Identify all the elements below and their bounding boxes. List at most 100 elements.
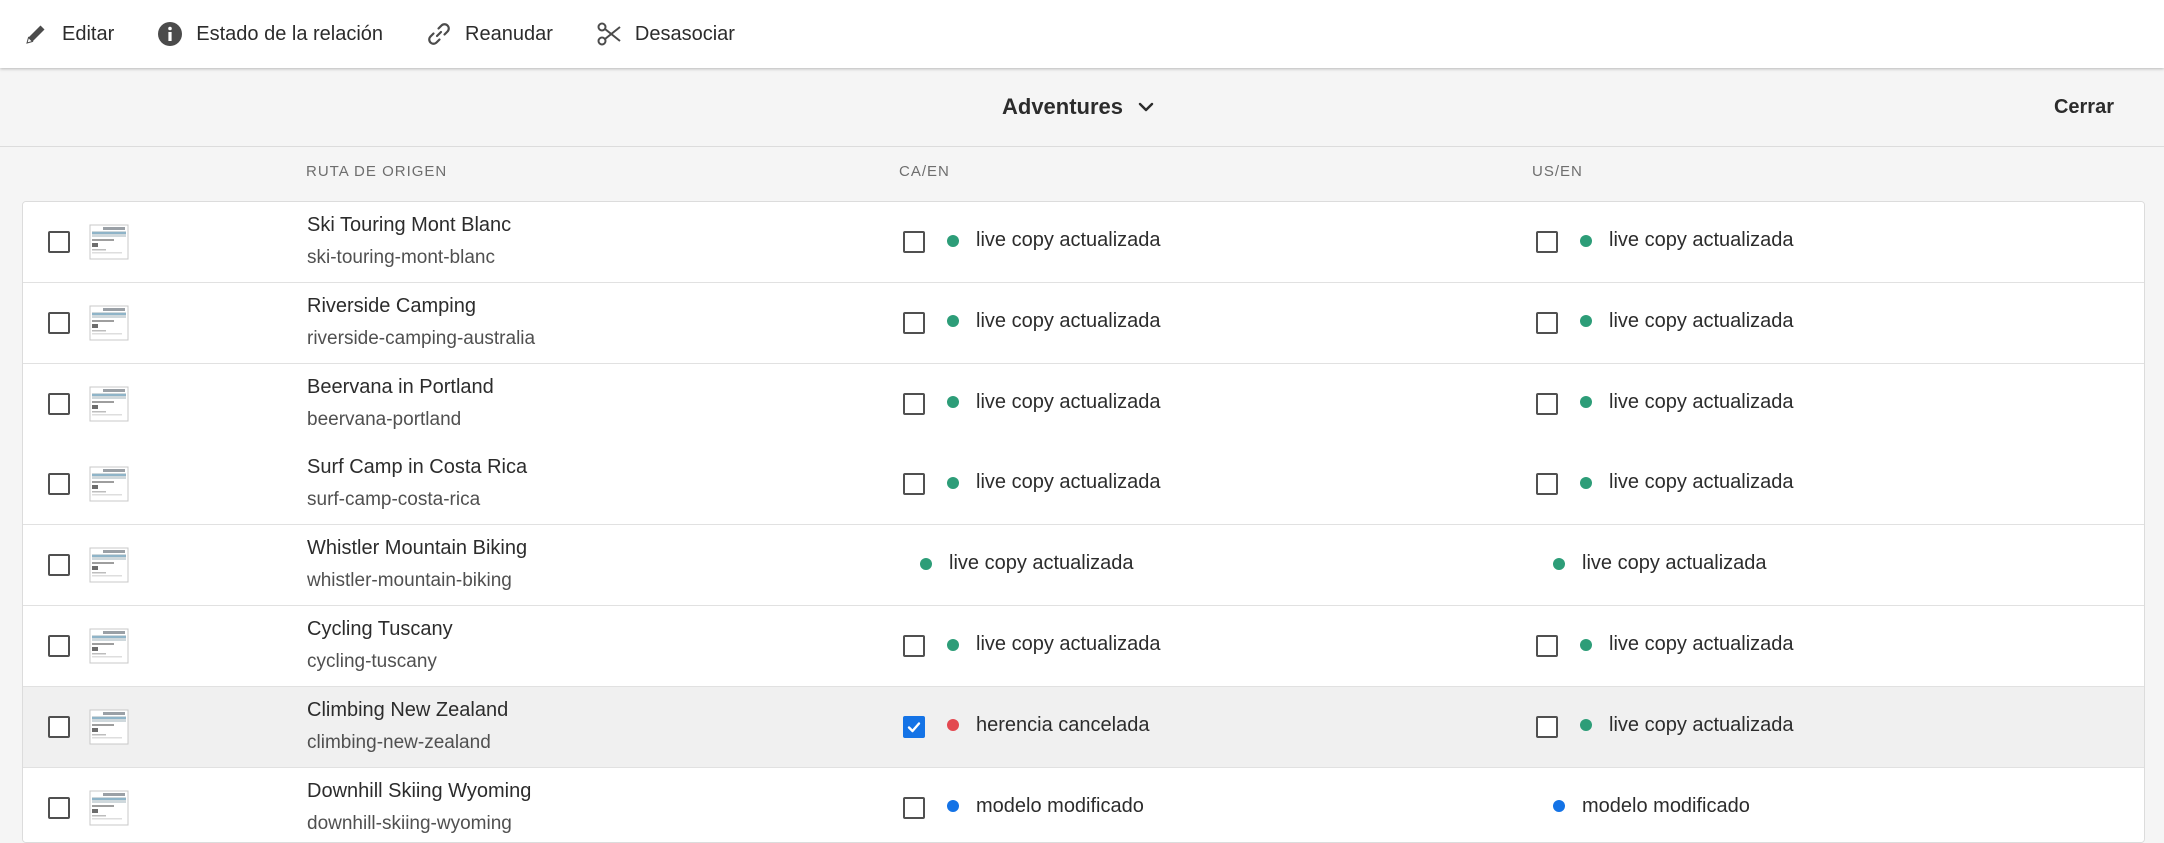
column-header-us-en: US/EN [1532, 163, 1583, 180]
row-select-checkbox[interactable] [48, 392, 70, 415]
page-thumbnail [89, 628, 129, 664]
page-path: riverside-camping-australia [307, 327, 536, 349]
table-row[interactable]: Cycling Tuscany cycling-tuscany live copy … [23, 606, 2144, 687]
ca-en-checkbox[interactable] [903, 473, 925, 496]
us-en-checkbox[interactable] [1536, 231, 1558, 253]
row-select-checkbox[interactable] [48, 715, 70, 738]
us-en-checkbox[interactable] [1536, 473, 1558, 496]
table-row[interactable]: Riverside Camping riverside-camping-austr… [23, 282, 2144, 364]
us-en-status: live copy actualizada [1580, 714, 1794, 737]
page-path: cycling-tuscany [307, 651, 437, 672]
ca-en-checkbox[interactable] [903, 392, 925, 415]
row-select-checkbox[interactable] [48, 231, 70, 253]
us-en-status-label: live copy actualizada [1609, 309, 1794, 332]
ca-en-checkbox[interactable] [903, 635, 925, 657]
page-path: whistler-mountain-biking [307, 570, 512, 592]
status-dot-icon [1580, 476, 1592, 489]
page-thumbnail [89, 466, 129, 502]
panel-header: Adventures Cerrar [0, 70, 2164, 147]
table-row[interactable]: Whistler Mountain Biking whistler-mountai… [23, 525, 2144, 607]
status-dot-icon [1553, 557, 1565, 570]
us-en-status: live copy actualizada [1553, 552, 1767, 575]
chevron-down-icon [1138, 102, 1154, 112]
us-en-status-label: live copy actualizada [1609, 390, 1794, 413]
row-select-checkbox[interactable] [48, 473, 70, 496]
ca-en-checkbox[interactable] [903, 796, 925, 819]
edit-label: Editar [62, 22, 115, 45]
table-row[interactable]: Climbing New Zealand climbing-new-zealand… [23, 686, 2144, 768]
us-en-status-label: live copy actualizada [1609, 229, 1794, 251]
edit-button[interactable]: Editar [0, 14, 134, 54]
us-en-status-label: live copy actualizada [1609, 633, 1794, 655]
us-en-checkbox[interactable] [1536, 635, 1558, 657]
status-dot-icon [1553, 800, 1565, 813]
ca-en-checkbox[interactable] [903, 231, 925, 253]
status-dot-icon [947, 719, 959, 732]
ca-en-status-label: herencia cancelada [976, 713, 1150, 736]
detach-button[interactable]: Desasociar [573, 14, 755, 54]
us-en-checkbox[interactable] [1536, 715, 1558, 738]
status-dot-icon [920, 557, 932, 570]
column-header-ca-en: CA/EN [899, 163, 950, 180]
us-en-status: live copy actualizada [1580, 310, 1794, 333]
page-thumbnail [89, 224, 129, 260]
ca-en-status: herencia cancelada [947, 714, 1149, 737]
page-thumbnail [89, 790, 129, 826]
ca-en-status-label: live copy actualizada [976, 633, 1161, 655]
ca-en-status: live copy actualizada [947, 391, 1161, 414]
relation-status-label: Estado de la relación [196, 22, 384, 45]
close-button[interactable]: Cerrar [2054, 96, 2114, 119]
page-path: downhill-skiing-wyoming [307, 812, 512, 834]
status-dot-icon [947, 234, 959, 247]
detach-label: Desasociar [634, 22, 735, 45]
row-select-checkbox[interactable] [48, 554, 70, 577]
table-row[interactable]: Ski Touring Mont Blanc ski-touring-mont-b… [23, 202, 2144, 283]
blueprint-dropdown[interactable]: Adventures [1002, 94, 1157, 120]
page-thumbnail [89, 386, 129, 422]
page-title: Climbing New Zealand [307, 698, 509, 721]
us-en-status: modelo modificado [1553, 795, 1750, 818]
status-dot-icon [947, 315, 959, 328]
link-icon [428, 23, 450, 45]
page-title: Riverside Camping [307, 294, 476, 317]
ca-en-status-label: modelo modificado [976, 794, 1144, 817]
relation-status-button[interactable]: Estado de la relación [134, 14, 403, 54]
page-thumbnail [89, 547, 129, 583]
ca-en-status-label: live copy actualizada [976, 390, 1161, 413]
page-path: surf-camp-costa-rica [307, 489, 481, 511]
page-thumbnail [89, 305, 129, 341]
ca-en-status-label: live copy actualizada [976, 309, 1161, 332]
page-path: beervana-portland [307, 408, 462, 430]
page-title: Beervana in Portland [307, 375, 494, 398]
us-en-status-label: live copy actualizada [1609, 713, 1794, 736]
us-en-checkbox[interactable] [1536, 392, 1558, 415]
us-en-status-label: live copy actualizada [1582, 552, 1767, 575]
ca-en-checkbox[interactable] [903, 715, 925, 738]
pencil-icon [26, 25, 45, 44]
ca-en-status: live copy actualizada [947, 471, 1161, 494]
row-select-checkbox[interactable] [48, 311, 70, 334]
status-dot-icon [1580, 719, 1592, 732]
status-dot-icon [1580, 396, 1592, 409]
us-en-status: live copy actualizada [1580, 471, 1794, 494]
status-dot-icon [947, 800, 959, 813]
table-row[interactable]: Beervana in Portland beervana-portland liv… [23, 363, 2144, 445]
page-path: ski-touring-mont-blanc [307, 247, 495, 268]
page-title: Whistler Mountain Biking [307, 537, 528, 560]
ca-en-status-label: live copy actualizada [976, 229, 1161, 251]
ca-en-status: live copy actualizada [947, 633, 1161, 656]
row-select-checkbox[interactable] [48, 796, 70, 819]
ca-en-status-label: live copy actualizada [949, 552, 1134, 575]
table-row[interactable]: Surf Camp in Costa Rica surf-camp-costa-r… [23, 444, 2144, 526]
us-en-checkbox[interactable] [1536, 311, 1558, 334]
resume-label: Reanudar [465, 22, 553, 45]
resume-button[interactable]: Reanudar [403, 14, 573, 54]
table-row[interactable]: Downhill Skiing Wyoming downhill-skiing-w… [23, 767, 2144, 842]
ca-en-checkbox[interactable] [903, 311, 925, 334]
status-dot-icon [1580, 638, 1592, 651]
status-dot-icon [1580, 315, 1592, 328]
status-dot-icon [947, 638, 959, 651]
row-select-checkbox[interactable] [48, 635, 70, 657]
action-bar: Editar Estado de la relación Reanudar De… [0, 0, 2164, 68]
page-path: climbing-new-zealand [307, 731, 491, 753]
